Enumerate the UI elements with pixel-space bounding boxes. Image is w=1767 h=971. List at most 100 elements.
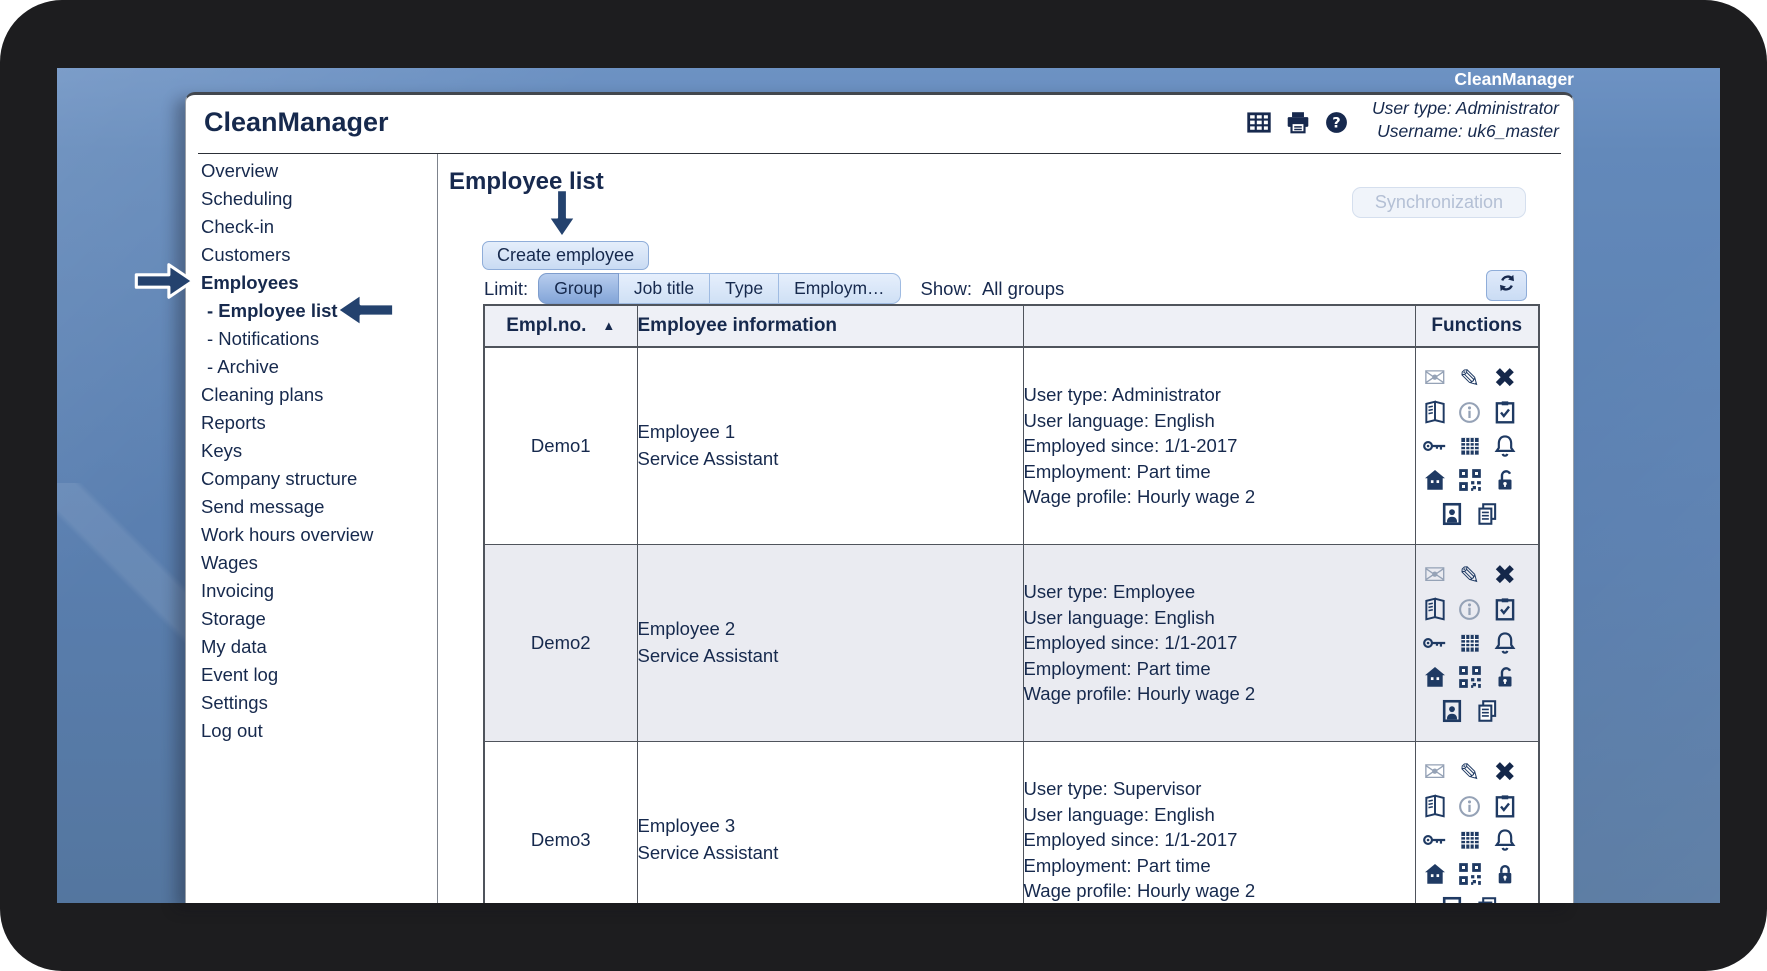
column-header-functions: Functions [1414,304,1540,348]
sidebar-item-invoicing[interactable]: Invoicing [186,577,437,605]
id-photo-icon[interactable] [1435,695,1470,727]
key-icon[interactable] [1417,627,1452,659]
calendar-icon[interactable] [1452,627,1487,659]
sidebar-item-event-log[interactable]: Event log [186,661,437,689]
home-icon[interactable] [1417,858,1452,890]
book-icon[interactable] [1417,593,1452,625]
delete-icon[interactable]: ✖ [1487,362,1522,394]
window-header: CleanManager ? User type: Administrator … [186,95,1573,153]
header-icon-bar: ? [1246,110,1350,136]
id-photo-icon[interactable] [1435,498,1470,530]
lock-closed-icon[interactable] [1487,858,1522,890]
edit-icon[interactable]: ✎ [1452,362,1487,394]
sidebar-item-keys[interactable]: Keys [186,437,437,465]
empl-no-cell: Demo2 [483,544,638,742]
sort-ascending-icon: ▲ [602,318,616,333]
annotation-arrow-employee-list [334,287,396,333]
copy-documents-icon[interactable] [1470,892,1505,903]
employee-details-cell: User type: Administrator User language: E… [1022,346,1416,545]
functions-cell: ✉ ✎ ✖ [1414,544,1540,742]
sidebar-item-scheduling[interactable]: Scheduling [186,185,437,213]
info-icon[interactable] [1452,396,1487,428]
delete-icon[interactable]: ✖ [1487,756,1522,788]
cleanmanager-window: CleanManager ? User type: Administrator … [185,92,1574,903]
sidebar-item-wages[interactable]: Wages [186,549,437,577]
info-icon[interactable] [1452,593,1487,625]
edit-icon[interactable]: ✎ [1452,756,1487,788]
empl-no-cell: Demo1 [483,346,638,545]
mail-icon[interactable]: ✉ [1417,756,1452,788]
info-icon[interactable] [1452,790,1487,822]
edit-icon[interactable]: ✎ [1452,559,1487,591]
limit-button-job-title[interactable]: Job title [618,273,711,304]
background-watermark: CleanManager [1454,69,1574,89]
sidebar-item-reports[interactable]: Reports [186,409,437,437]
sidebar-item-employee-list[interactable]: - Employee list [186,297,437,325]
book-icon[interactable] [1417,396,1452,428]
sidebar-item-check-in[interactable]: Check-in [186,213,437,241]
id-photo-icon[interactable] [1435,892,1470,903]
printer-icon[interactable] [1285,110,1311,136]
employee-details-cell: User type: Supervisor User language: Engl… [1022,741,1416,903]
qr-code-icon[interactable] [1452,858,1487,890]
employee-name-cell: Employee 2 Service Assistant [636,544,1024,742]
sidebar-item-archive[interactable]: - Archive [186,353,437,381]
show-value: All groups [981,277,1065,299]
sidebar-item-settings[interactable]: Settings [186,689,437,717]
sidebar-item-storage[interactable]: Storage [186,605,437,633]
sidebar-item-employees[interactable]: Employees [186,269,437,297]
bell-icon[interactable] [1487,824,1522,856]
clipboard-check-icon[interactable] [1487,593,1522,625]
home-icon[interactable] [1417,661,1452,693]
bell-icon[interactable] [1487,627,1522,659]
table-icon[interactable] [1246,110,1272,136]
clipboard-check-icon[interactable] [1487,790,1522,822]
calendar-icon[interactable] [1452,824,1487,856]
sidebar-item-cleaning-plans[interactable]: Cleaning plans [186,381,437,409]
limit-button-employm-[interactable]: Employm… [779,273,901,304]
sidebar-item-work-hours-overview[interactable]: Work hours overview [186,521,437,549]
employee-name-cell: Employee 3 Service Assistant [636,741,1024,903]
bell-icon[interactable] [1487,430,1522,462]
lock-open-icon[interactable] [1487,661,1522,693]
sidebar-item-my-data[interactable]: My data [186,633,437,661]
qr-code-icon[interactable] [1452,464,1487,496]
function-icon-grid: ✉ ✎ ✖ [1416,756,1539,903]
user-info: User type: Administrator Username: uk6_m… [1372,97,1559,143]
clipboard-check-icon[interactable] [1487,396,1522,428]
key-icon[interactable] [1417,824,1452,856]
lock-open-icon[interactable] [1487,464,1522,496]
sidebar-item-overview[interactable]: Overview [186,157,437,185]
help-icon[interactable]: ? [1324,110,1350,136]
sidebar-item-log-out[interactable]: Log out [186,717,437,745]
key-icon[interactable] [1417,430,1452,462]
delete-icon[interactable]: ✖ [1487,559,1522,591]
employee-details-cell: User type: Employee User language: Englis… [1022,544,1416,742]
column-header-details [1022,304,1416,348]
annotation-arrow-employees [134,258,196,304]
refresh-button[interactable] [1486,270,1527,301]
function-icon-grid: ✉ ✎ ✖ [1416,559,1539,727]
sidebar-item-notifications[interactable]: - Notifications [186,325,437,353]
sidebar-item-company-structure[interactable]: Company structure [186,465,437,493]
screenshot-stage: CleanManager CleanManager ? User type: A… [0,0,1767,971]
limit-button-group: Group Job title Type Employm… [538,273,901,304]
synchronization-button[interactable]: Synchronization [1351,187,1526,218]
column-header-emplno[interactable]: Empl.no. ▲ [483,304,638,348]
copy-documents-icon[interactable] [1470,695,1505,727]
home-icon[interactable] [1417,464,1452,496]
sidebar-item-send-message[interactable]: Send message [186,493,437,521]
calendar-icon[interactable] [1452,430,1487,462]
mail-icon[interactable]: ✉ [1417,362,1452,394]
qr-code-icon[interactable] [1452,661,1487,693]
sidebar-item-customers[interactable]: Customers [186,241,437,269]
book-icon[interactable] [1417,790,1452,822]
limit-row: Limit: Group Job title Type Employm… Show: … [484,273,1064,304]
mail-icon[interactable]: ✉ [1417,559,1452,591]
username-label: Username: uk6_master [1377,120,1559,141]
create-employee-button[interactable]: Create employee [482,241,650,270]
show-label: Show: [920,277,972,299]
copy-documents-icon[interactable] [1470,498,1505,530]
limit-button-group[interactable]: Group [538,273,619,304]
limit-button-type[interactable]: Type [710,273,780,304]
